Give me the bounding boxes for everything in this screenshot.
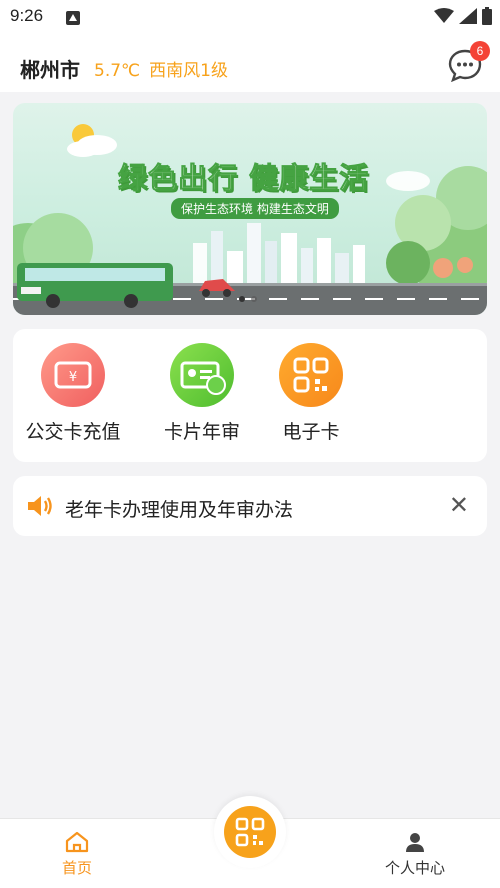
banner-dot — [239, 296, 245, 302]
service-label: 卡片年审 — [163, 421, 240, 443]
service-label: 电子卡 — [282, 421, 340, 443]
notice-bar[interactable]: 老年卡办理使用及年审办法 ✕ — [13, 476, 487, 536]
signal-icon — [459, 8, 477, 24]
card-review-icon — [170, 343, 234, 407]
qr-code-icon — [279, 343, 343, 407]
city-name[interactable]: 郴州市 — [20, 54, 80, 83]
nav-profile[interactable]: 个人中心 — [385, 831, 445, 878]
weather-info: 5.7℃ 西南风1级 — [94, 56, 237, 81]
user-icon — [406, 833, 424, 852]
header: 郴州市 5.7℃ 西南风1级 6 — [0, 34, 500, 92]
banner-dot — [251, 296, 257, 302]
temperature: 5.7℃ — [94, 61, 141, 81]
close-icon[interactable]: ✕ — [449, 493, 469, 517]
battery-icon — [482, 7, 492, 25]
app-notification-icon — [66, 11, 80, 25]
qr-code-icon — [235, 817, 265, 847]
banner-subtitle: 保护生态环境 构建生态文明 — [171, 198, 339, 219]
service-card-annual-review[interactable]: 卡片年审 — [142, 343, 262, 444]
services-card: ¥ 公交卡充值 卡片年审 电子卡 — [13, 329, 487, 462]
banner-carousel[interactable]: 绿色出行 健康生活 保护生态环境 构建生态文明 — [13, 103, 487, 315]
status-time: 9:26 — [10, 6, 44, 25]
notice-text[interactable]: 老年卡办理使用及年审办法 — [65, 495, 293, 522]
nav-home[interactable]: 首页 — [62, 831, 92, 878]
message-badge: 6 — [470, 41, 490, 61]
nav-home-label: 首页 — [62, 859, 93, 877]
banner-indicator — [239, 296, 257, 302]
speaker-icon — [28, 496, 52, 516]
status-bar: 9:26 — [0, 0, 500, 34]
home-icon — [65, 831, 89, 853]
service-bus-card-recharge[interactable]: ¥ 公交卡充值 — [13, 343, 133, 444]
service-label: 公交卡充值 — [25, 421, 121, 443]
nav-profile-label: 个人中心 — [385, 859, 446, 877]
card-recharge-icon: ¥ — [41, 343, 105, 407]
service-e-card[interactable]: 电子卡 — [251, 343, 371, 444]
wifi-icon — [434, 8, 454, 23]
status-icons — [434, 7, 492, 25]
message-button[interactable]: 6 — [448, 41, 490, 83]
scan-qr-button[interactable] — [224, 806, 276, 858]
banner-title: 绿色出行 健康生活 — [118, 161, 370, 196]
svg-text:¥: ¥ — [69, 370, 77, 385]
wind: 西南风1级 — [149, 61, 228, 81]
